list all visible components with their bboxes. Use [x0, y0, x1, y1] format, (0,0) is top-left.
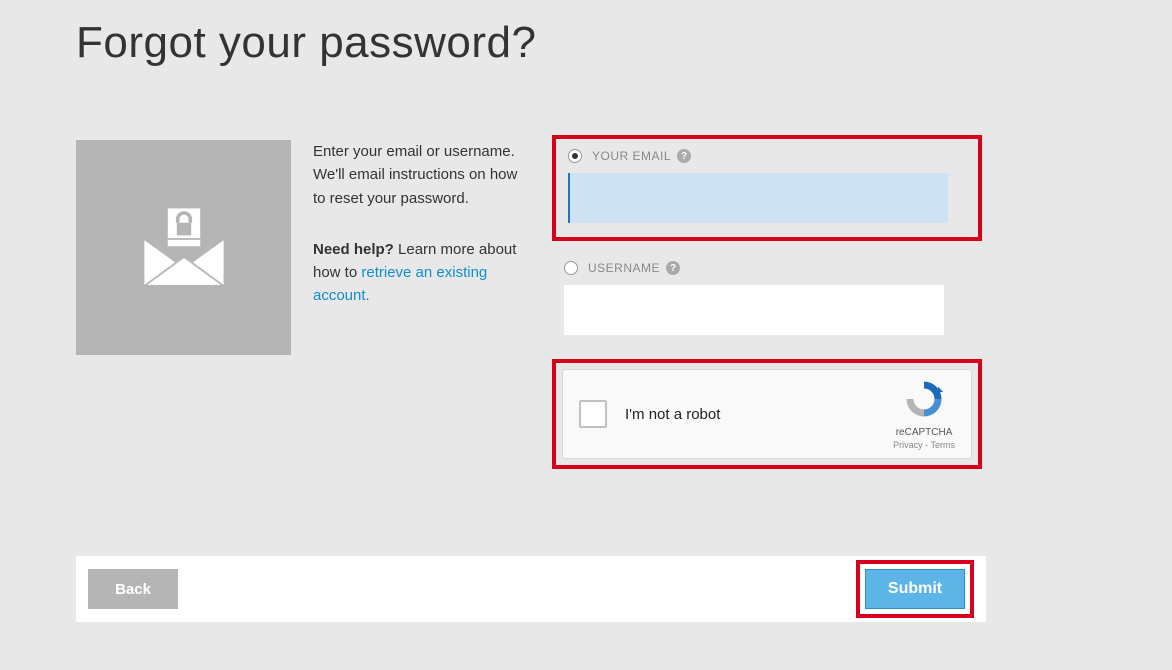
back-button[interactable]: Back — [88, 569, 178, 609]
help-icon[interactable]: ? — [677, 149, 691, 163]
recaptcha-icon — [903, 378, 945, 420]
email-label: YOUR EMAIL — [592, 149, 671, 163]
email-input[interactable] — [568, 173, 948, 223]
submit-button[interactable]: Submit — [865, 569, 965, 609]
need-help-label: Need help? — [313, 241, 394, 258]
username-radio[interactable] — [564, 261, 578, 275]
lock-envelope-icon — [76, 140, 291, 355]
recaptcha-privacy-link[interactable]: Privacy — [893, 440, 923, 450]
submit-highlight: Submit — [856, 560, 974, 618]
recaptcha-branding: reCAPTCHA Privacy - Terms — [893, 378, 955, 450]
recaptcha-box: I'm not a robot reCAPTCHA Privacy - Term… — [562, 369, 972, 459]
email-radio[interactable] — [568, 149, 582, 163]
email-label-row[interactable]: YOUR EMAIL ? — [568, 149, 966, 163]
instructions-text: Enter your email or username. We'll emai… — [313, 140, 533, 210]
help-icon[interactable]: ? — [666, 261, 680, 275]
username-input[interactable] — [564, 285, 944, 335]
email-field-group: YOUR EMAIL ? — [552, 135, 982, 241]
recaptcha-links: Privacy - Terms — [893, 440, 955, 450]
page-title: Forgot your password? — [76, 18, 537, 68]
help-text-block: Enter your email or username. We'll emai… — [313, 140, 533, 355]
form-column: YOUR EMAIL ? USERNAME ? I'm not a robot — [552, 135, 982, 469]
recaptcha-text: I'm not a robot — [625, 406, 720, 423]
recaptcha-checkbox[interactable] — [579, 400, 607, 428]
button-bar: Back Submit — [76, 556, 986, 622]
need-help-paragraph: Need help? Learn more about how to retri… — [313, 238, 533, 308]
recaptcha-brand: reCAPTCHA — [893, 427, 955, 438]
recaptcha-terms-link[interactable]: Terms — [931, 440, 956, 450]
recaptcha-container: I'm not a robot reCAPTCHA Privacy - Term… — [552, 359, 982, 469]
username-field-group: USERNAME ? — [552, 251, 982, 349]
username-label-row[interactable]: USERNAME ? — [564, 261, 970, 275]
username-label: USERNAME — [588, 261, 660, 275]
